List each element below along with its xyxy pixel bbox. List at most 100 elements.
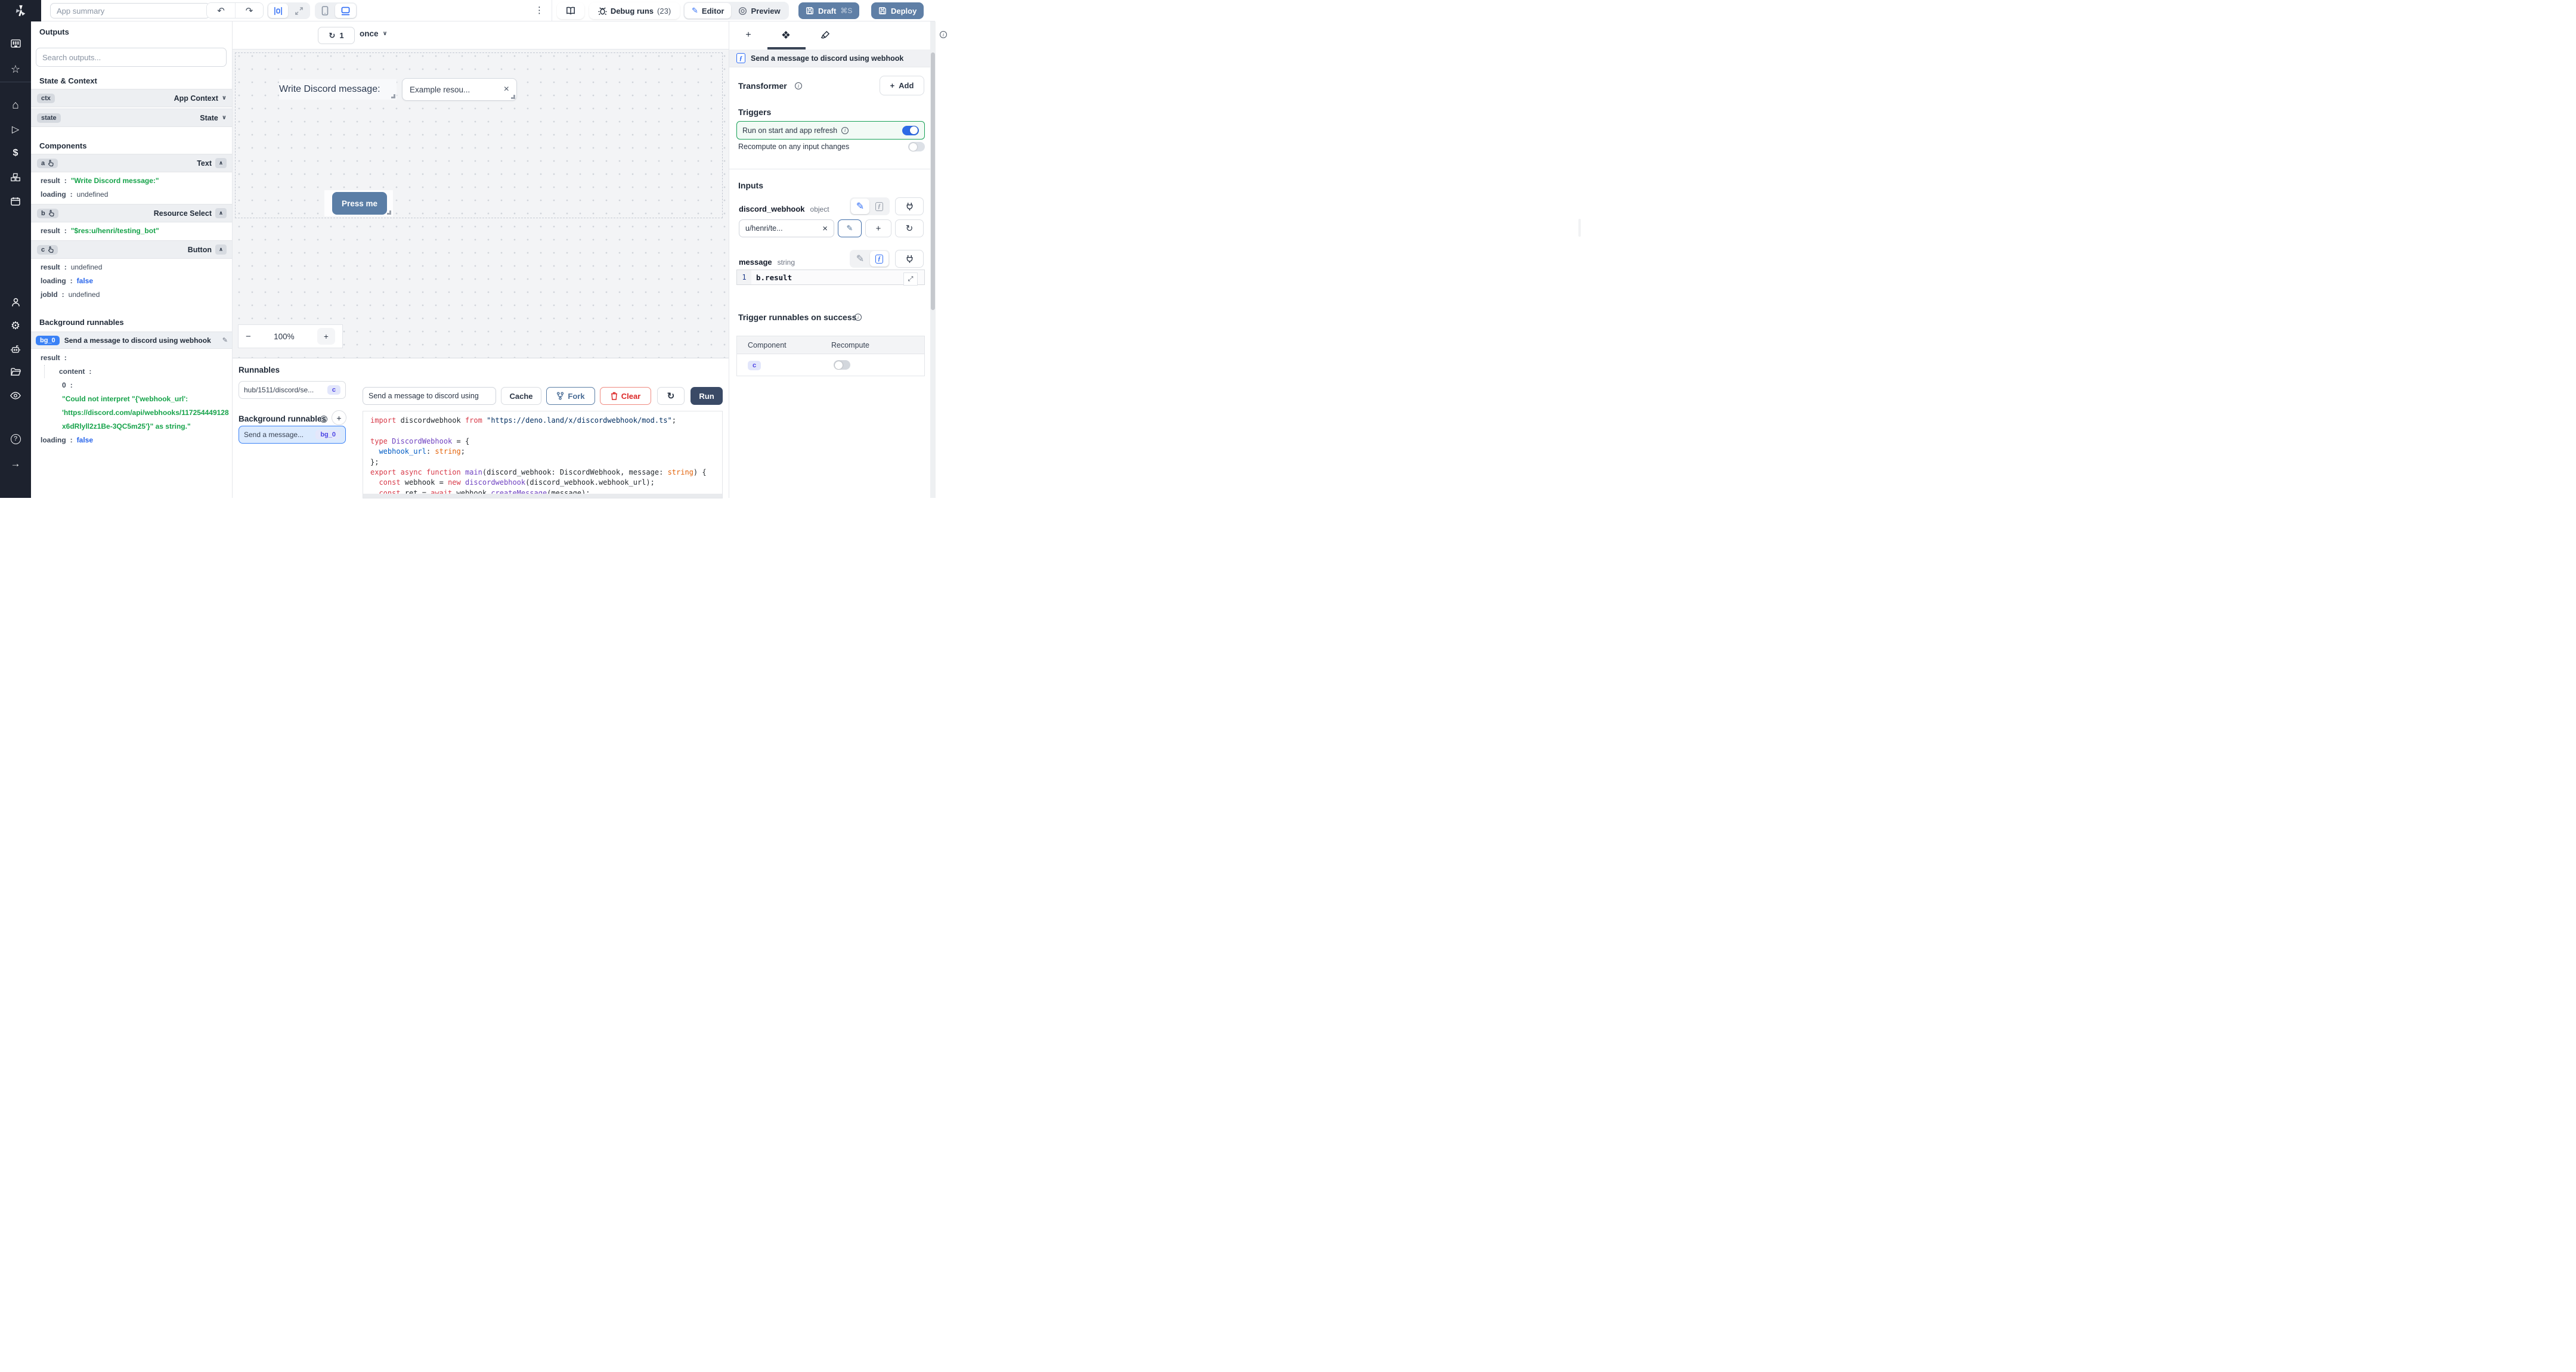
run-on-start-toggle[interactable] bbox=[902, 125, 919, 135]
refresh-code-button[interactable]: ↻ bbox=[657, 387, 685, 405]
workers-robot-icon[interactable] bbox=[0, 340, 31, 358]
tab-add-component[interactable]: + bbox=[739, 26, 757, 44]
message-expression-editor[interactable]: 1 b.result bbox=[736, 270, 925, 285]
resize-handle[interactable] bbox=[511, 95, 515, 99]
windmill-logo[interactable] bbox=[0, 0, 41, 21]
docs-button[interactable] bbox=[557, 2, 584, 19]
clear-select-icon[interactable]: × bbox=[504, 84, 509, 95]
tab-styling[interactable] bbox=[816, 26, 834, 44]
runnable-item[interactable]: hub/1511/discord/se... c bbox=[239, 381, 346, 399]
bg0-title: Send a message to discord using webhook bbox=[64, 336, 211, 345]
ctx-row[interactable]: ctx App Context ∨ bbox=[31, 89, 232, 107]
component-b-header[interactable]: b Resource Select ∧ bbox=[31, 204, 232, 222]
collapse-chevron-up[interactable]: ∧ bbox=[215, 244, 227, 255]
add-background-runnable-button[interactable]: + bbox=[332, 410, 346, 425]
draft-button[interactable]: Draft ⌘S bbox=[798, 2, 860, 19]
refresh-resource-button[interactable]: ↻ bbox=[895, 219, 924, 237]
app-canvas[interactable]: Write Discord message: Example resou... … bbox=[233, 49, 729, 358]
edit-resource-button[interactable]: ✎ bbox=[838, 219, 862, 237]
fork-button[interactable]: Fork bbox=[546, 387, 595, 405]
info-icon[interactable]: i bbox=[320, 416, 327, 423]
chevron-down-icon[interactable]: ∨ bbox=[222, 114, 227, 121]
resource-select-component[interactable]: Example resou... × bbox=[402, 78, 517, 101]
eval-mode-function[interactable]: ƒ bbox=[870, 251, 888, 267]
static-mode-pencil[interactable]: ✎ bbox=[851, 251, 869, 267]
resources-cubes-icon[interactable] bbox=[0, 168, 31, 186]
code-horizontal-scrollbar[interactable] bbox=[363, 494, 722, 498]
cache-button[interactable]: Cache bbox=[501, 387, 541, 405]
mobile-view-button[interactable] bbox=[316, 4, 334, 18]
deploy-button[interactable]: Deploy bbox=[871, 2, 924, 19]
debug-runs-button[interactable]: Debug runs (23) bbox=[589, 2, 680, 19]
folders-icon[interactable] bbox=[0, 363, 31, 381]
variables-dollar-icon[interactable]: $ bbox=[0, 144, 31, 162]
info-icon[interactable]: i bbox=[795, 82, 802, 89]
fullwidth-layout-button[interactable] bbox=[289, 4, 309, 18]
mobile-icon bbox=[321, 6, 329, 16]
run-button[interactable]: Run bbox=[691, 387, 723, 405]
favorites-star-icon[interactable]: ☆ bbox=[0, 60, 31, 78]
bug-icon bbox=[598, 7, 607, 15]
undo-button[interactable]: ↶ bbox=[207, 3, 235, 18]
schedules-calendar-icon[interactable] bbox=[0, 192, 31, 210]
bg0-row[interactable]: bg_0 Send a message to discord using web… bbox=[31, 332, 232, 349]
info-icon[interactable]: i bbox=[854, 314, 862, 321]
component-c-header[interactable]: c Button ∧ bbox=[31, 240, 232, 259]
tab-editor[interactable]: ✎ Editor bbox=[685, 3, 732, 18]
clear-button[interactable]: Clear bbox=[600, 387, 651, 405]
static-mode-pencil[interactable]: ✎ bbox=[851, 199, 869, 214]
info-icon[interactable]: i bbox=[940, 31, 947, 38]
resource-path-input[interactable]: u/henri/te... × bbox=[739, 219, 834, 237]
help-question-icon[interactable]: ? bbox=[0, 430, 31, 448]
component-settings-panel: + ❖ ƒ Send a message to discord using we… bbox=[729, 21, 1581, 498]
resize-handle[interactable] bbox=[387, 210, 391, 215]
search-outputs-input[interactable] bbox=[36, 48, 227, 67]
runnable-name-input[interactable] bbox=[363, 387, 496, 405]
clear-resource-icon[interactable]: × bbox=[822, 224, 828, 234]
redo-button[interactable]: ↷ bbox=[235, 3, 263, 18]
more-options-button[interactable]: ⋮ bbox=[535, 5, 544, 16]
tab-preview[interactable]: Preview bbox=[731, 3, 787, 18]
recompute-c-toggle[interactable] bbox=[834, 360, 850, 370]
run-on-start-label: Run on start and app refresh bbox=[742, 126, 838, 135]
zoom-in-button[interactable]: + bbox=[317, 328, 335, 345]
component-a-header[interactable]: a Text ∧ bbox=[31, 154, 232, 172]
home-icon[interactable]: ⌂ bbox=[0, 97, 31, 114]
user-icon[interactable] bbox=[0, 293, 31, 311]
connect-plug-button[interactable] bbox=[895, 197, 924, 215]
info-icon[interactable]: i bbox=[841, 126, 849, 134]
add-resource-button[interactable]: + bbox=[865, 219, 891, 237]
interval-dropdown[interactable]: once ∨ bbox=[360, 29, 388, 38]
desktop-view-button[interactable] bbox=[335, 4, 356, 18]
collapse-chevron-up[interactable]: ∧ bbox=[215, 208, 227, 218]
refresh-icon: ↻ bbox=[667, 391, 675, 401]
kv-key: result bbox=[41, 227, 60, 235]
press-me-button[interactable]: Press me bbox=[332, 192, 387, 215]
refresh-count-button[interactable]: ↻ 1 bbox=[318, 27, 355, 44]
app-summary-input[interactable] bbox=[50, 3, 210, 18]
edit-pencil-icon[interactable]: ✎ bbox=[222, 336, 228, 344]
chevron-down-icon[interactable]: ∨ bbox=[222, 95, 227, 101]
tab-component-settings[interactable]: ❖ bbox=[777, 26, 795, 44]
runs-play-icon[interactable]: ▷ bbox=[0, 120, 31, 138]
add-transformer-button[interactable]: + Add bbox=[880, 76, 924, 95]
collapse-chevron-up[interactable]: ∧ bbox=[215, 158, 227, 168]
code-editor[interactable]: import discordwebhook from "https://deno… bbox=[363, 411, 723, 498]
outputs-title: Outputs bbox=[39, 27, 69, 36]
state-row[interactable]: state State ∨ bbox=[31, 109, 232, 127]
zoom-control: − 100% + bbox=[238, 324, 343, 348]
eval-mode-function[interactable]: ƒ bbox=[870, 199, 888, 214]
connect-plug-button[interactable] bbox=[895, 250, 924, 268]
background-runnable-item-selected[interactable]: Send a message... bg_0 bbox=[239, 426, 346, 444]
resize-handle[interactable] bbox=[391, 94, 395, 98]
text-component[interactable]: Write Discord message: bbox=[279, 79, 397, 100]
audit-eye-icon[interactable] bbox=[0, 386, 31, 404]
zoom-out-button[interactable]: − bbox=[246, 332, 251, 342]
workspace-icon[interactable] bbox=[0, 35, 31, 52]
settings-gear-icon[interactable]: ⚙ bbox=[0, 317, 31, 335]
expand-editor-icon[interactable]: ⤢ bbox=[903, 272, 918, 286]
recompute-toggle[interactable] bbox=[908, 142, 925, 151]
collapse-arrow-icon[interactable]: → bbox=[0, 455, 31, 473]
right-panel-scrollbar[interactable] bbox=[930, 21, 936, 498]
centered-layout-button[interactable] bbox=[268, 4, 288, 18]
